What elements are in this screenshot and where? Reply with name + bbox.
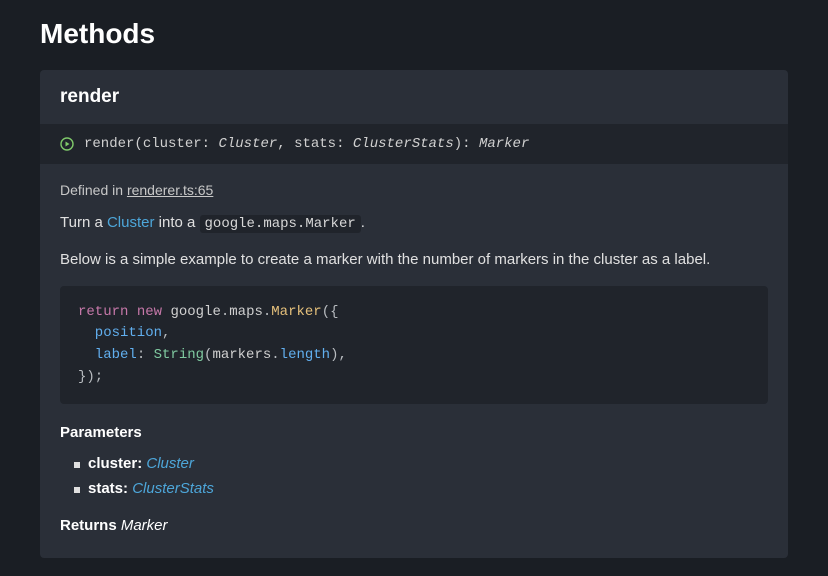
code-token: return (78, 304, 128, 320)
sig-punct: , (277, 136, 294, 152)
sig-param-name: cluster (143, 136, 202, 152)
param-name: stats: (88, 480, 128, 497)
list-item: cluster: Cluster (74, 451, 768, 476)
parameters-heading: Parameters (60, 424, 768, 441)
description-paragraph: Below is a simple example to create a ma… (60, 249, 768, 272)
code-block: return new google.maps.Marker({ position… (60, 286, 768, 405)
sig-punct: : (202, 136, 219, 152)
returns-type: Marker (121, 517, 168, 534)
code-token: Marker (271, 304, 321, 320)
sig-punct: : (336, 136, 353, 152)
method-body: Defined in renderer.ts:65 Turn a Cluster… (40, 164, 788, 558)
code-token: maps (229, 304, 263, 320)
sig-param-name: stats (294, 136, 336, 152)
method-name-header: render (40, 70, 788, 124)
code-token: ), (330, 347, 347, 363)
sig-punct: ( (134, 136, 142, 152)
param-type-link[interactable]: ClusterStats (132, 480, 214, 497)
code-token: String (154, 347, 204, 363)
sig-param-type-link[interactable]: Cluster (218, 136, 277, 152)
implements-icon (60, 137, 74, 151)
code-token: : (137, 347, 154, 363)
list-item: stats: ClusterStats (74, 476, 768, 501)
returns-line: Returns Marker (60, 517, 768, 534)
signature-bar: render(cluster: Cluster, stats: ClusterS… (40, 124, 788, 164)
sig-param-type-link[interactable]: ClusterStats (353, 136, 454, 152)
code-token: ({ (322, 304, 339, 320)
code-token: label (78, 347, 137, 363)
page-container: Methods render render(cluster: Cluster, … (0, 0, 828, 576)
sig-fn-name: render (84, 136, 134, 152)
code-token: }); (78, 369, 103, 385)
returns-label: Returns (60, 517, 121, 534)
inline-code: google.maps.Marker (200, 215, 361, 233)
code-token: markers (212, 347, 271, 363)
section-title: Methods (40, 18, 788, 50)
code-token: . (221, 304, 229, 320)
code-token: new (137, 304, 162, 320)
defined-in: Defined in renderer.ts:65 (60, 182, 768, 198)
desc-text: . (361, 214, 365, 231)
defined-in-link[interactable]: renderer.ts:65 (127, 182, 213, 198)
defined-in-label: Defined in (60, 182, 127, 198)
code-token: . (271, 347, 279, 363)
desc-text: into a (154, 214, 199, 231)
param-name: cluster: (88, 455, 142, 472)
parameter-list: cluster: Cluster stats: ClusterStats (60, 451, 768, 501)
method-card: render render(cluster: Cluster, stats: C… (40, 70, 788, 558)
description-paragraph: Turn a Cluster into a google.maps.Marker… (60, 212, 768, 235)
param-type-link[interactable]: Cluster (146, 455, 194, 472)
code-token: google (162, 304, 221, 320)
code-token: length (280, 347, 330, 363)
desc-type-link[interactable]: Cluster (107, 214, 155, 231)
sig-return-type: Marker (479, 136, 529, 152)
desc-text: Turn a (60, 214, 107, 231)
code-token: position (78, 325, 162, 341)
signature-text: render(cluster: Cluster, stats: ClusterS… (84, 136, 529, 152)
code-token: , (162, 325, 170, 341)
sig-punct: ): (454, 136, 479, 152)
code-token (128, 304, 136, 320)
